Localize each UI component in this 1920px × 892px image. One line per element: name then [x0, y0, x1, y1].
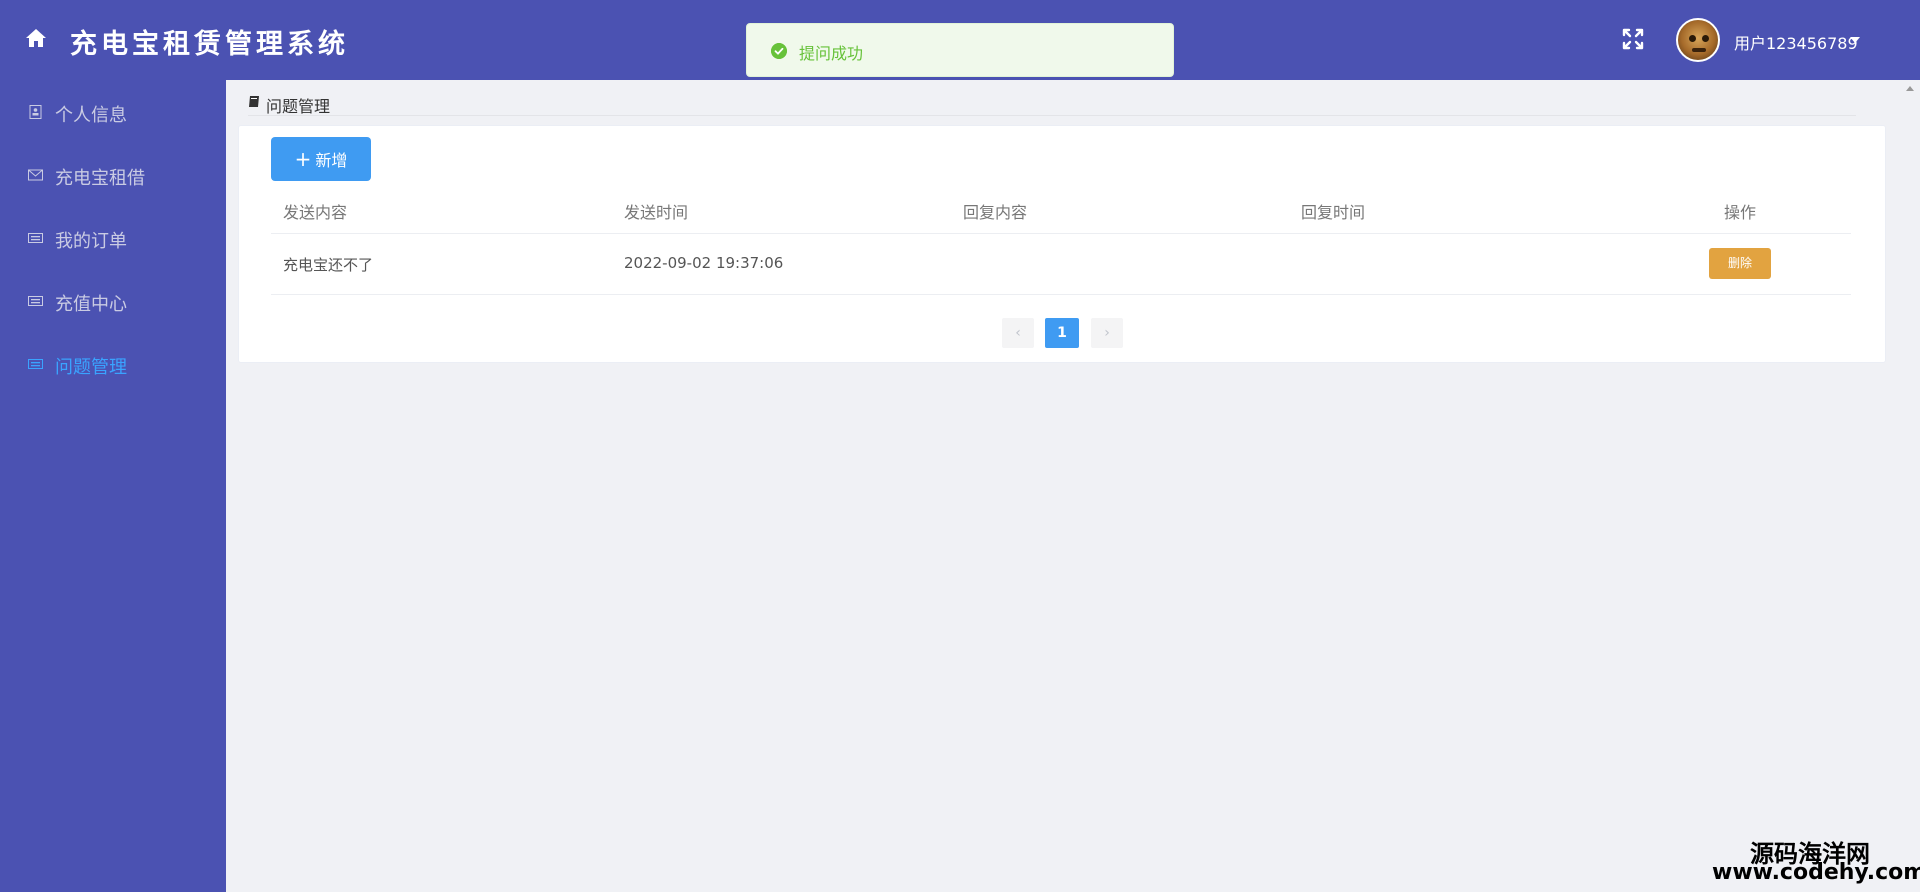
sidebar-item-issues[interactable]: 问题管理 — [0, 343, 226, 387]
column-header-reply-time: 回复时间 — [1301, 203, 1366, 222]
column-header-reply: 回复内容 — [963, 203, 1028, 222]
divider — [271, 294, 1851, 295]
sidebar: 个人信息 充电宝租借 我的订单 充值中心 问题管理 — [0, 80, 226, 892]
sidebar-item-label: 问题管理 — [55, 357, 127, 378]
keyboard-icon — [28, 296, 43, 306]
success-toast: 提问成功 — [746, 23, 1174, 77]
fullscreen-icon[interactable] — [1620, 26, 1646, 52]
chevron-down-icon[interactable] — [1850, 37, 1860, 43]
envelope-icon — [28, 169, 43, 181]
avatar[interactable] — [1676, 18, 1720, 62]
sidebar-item-rental[interactable]: 充电宝租借 — [0, 154, 226, 198]
cell-content: 充电宝还不了 — [283, 256, 374, 274]
scroll-up-arrow-icon[interactable] — [1906, 86, 1914, 91]
watermark-url: www.codehy.com — [1712, 860, 1920, 885]
sidebar-item-label: 充值中心 — [55, 294, 127, 315]
home-icon[interactable] — [24, 26, 48, 50]
cell-send-time: 2022-09-02 19:37:06 — [624, 254, 784, 272]
breadcrumb-label: 问题管理 — [266, 97, 331, 116]
add-button[interactable]: + 新增 — [271, 137, 371, 181]
sidebar-item-label: 个人信息 — [55, 105, 127, 126]
column-header-send-time: 发送时间 — [624, 203, 689, 222]
id-card-icon — [29, 105, 42, 119]
sidebar-item-profile[interactable]: 个人信息 — [0, 91, 226, 135]
breadcrumb: 问题管理 — [248, 90, 1856, 116]
book-icon — [249, 96, 259, 107]
issue-table-card: + 新增 发送内容 发送时间 回复内容 回复时间 操作 充电宝还不了 2022-0… — [238, 125, 1886, 363]
delete-button[interactable]: 删除 — [1709, 248, 1771, 279]
sidebar-item-recharge[interactable]: 充值中心 — [0, 280, 226, 324]
column-header-content: 发送内容 — [283, 203, 348, 222]
check-circle-icon — [771, 43, 787, 59]
plus-icon: + — [294, 147, 312, 171]
sidebar-item-label: 我的订单 — [55, 231, 127, 252]
pagination-next-button[interactable]: › — [1091, 318, 1123, 348]
app-title: 充电宝租赁管理系统 — [70, 29, 349, 60]
username[interactable]: 用户123456789 — [1734, 30, 1858, 54]
toast-message: 提问成功 — [799, 44, 864, 63]
divider — [271, 233, 1851, 234]
sidebar-item-orders[interactable]: 我的订单 — [0, 217, 226, 261]
pagination-page-1[interactable]: 1 — [1045, 318, 1079, 348]
sidebar-item-label: 充电宝租借 — [55, 168, 145, 189]
add-button-label: 新增 — [315, 151, 348, 170]
pagination-prev-button[interactable]: ‹ — [1002, 318, 1034, 348]
keyboard-icon — [28, 359, 43, 369]
column-header-actions: 操作 — [1724, 203, 1757, 222]
keyboard-icon — [28, 233, 43, 243]
